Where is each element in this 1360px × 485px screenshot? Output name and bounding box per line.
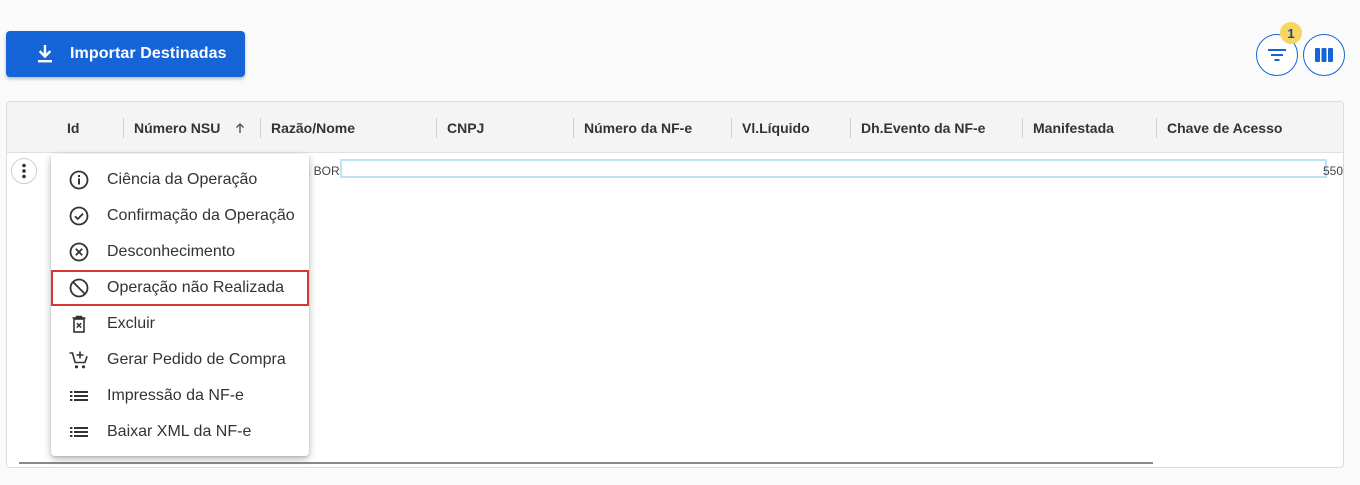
column-separator[interactable] bbox=[436, 118, 437, 138]
column-header-numero-nsu[interactable]: Número NSU bbox=[134, 102, 246, 153]
columns-icon bbox=[1314, 47, 1334, 63]
column-separator[interactable] bbox=[850, 118, 851, 138]
columns-button[interactable] bbox=[1303, 34, 1345, 76]
menu-item-excluir[interactable]: Excluir bbox=[51, 306, 309, 342]
menu-item-baixar-xml[interactable]: Baixar XML da NF-e bbox=[51, 414, 309, 450]
row-chave-cell: 550 bbox=[1323, 164, 1344, 178]
column-header-cnpj[interactable]: CNPJ bbox=[447, 102, 484, 153]
menu-item-ciencia[interactable]: Ciência da Operação bbox=[51, 162, 309, 198]
row-actions-button[interactable] bbox=[11, 158, 37, 184]
column-header-razao-nome[interactable]: Razão/Nome bbox=[271, 102, 355, 153]
menu-item-desconhecimento[interactable]: Desconhecimento bbox=[51, 234, 309, 270]
info-icon bbox=[68, 169, 90, 191]
cancel-circle-icon bbox=[68, 241, 90, 263]
horizontal-scrollbar[interactable] bbox=[19, 462, 1153, 464]
import-destinadas-button[interactable]: Importar Destinadas bbox=[6, 31, 245, 77]
column-header-id[interactable]: Id bbox=[67, 102, 79, 153]
trash-icon bbox=[68, 313, 90, 335]
import-destinadas-label: Importar Destinadas bbox=[70, 45, 227, 62]
check-circle-icon bbox=[68, 205, 90, 227]
column-header-manifestada[interactable]: Manifestada bbox=[1033, 102, 1114, 153]
column-header-vl-liquido[interactable]: Vl.Líquido bbox=[742, 102, 810, 153]
column-separator[interactable] bbox=[1156, 118, 1157, 138]
column-separator[interactable] bbox=[260, 118, 261, 138]
download-icon bbox=[36, 45, 54, 63]
column-header-chave-acesso[interactable]: Chave de Acesso bbox=[1167, 102, 1282, 153]
filter-count-badge: 1 bbox=[1280, 22, 1302, 44]
column-separator[interactable] bbox=[1022, 118, 1023, 138]
sort-ascending-icon[interactable] bbox=[234, 122, 246, 134]
menu-item-operacao-nao-realizada[interactable]: Operação não Realizada bbox=[51, 270, 309, 306]
column-header-dh-evento[interactable]: Dh.Evento da NF-e bbox=[861, 102, 985, 153]
row-razao-cell: . BOR bbox=[307, 164, 340, 178]
more-vertical-icon bbox=[22, 163, 26, 179]
column-separator[interactable] bbox=[123, 118, 124, 138]
column-header-numero-nfe[interactable]: Número da NF-e bbox=[584, 102, 692, 153]
row-context-menu: Ciência da Operação Confirmação da Opera… bbox=[51, 154, 309, 456]
list-icon bbox=[68, 421, 90, 443]
grid-header: Id Número NSU Razão/Nome CNPJ Número da … bbox=[7, 102, 1343, 153]
block-icon bbox=[68, 277, 90, 299]
cart-add-icon bbox=[68, 349, 90, 371]
menu-item-gerar-pedido[interactable]: Gerar Pedido de Compra bbox=[51, 342, 309, 378]
menu-item-confirmacao[interactable]: Confirmação da Operação bbox=[51, 198, 309, 234]
cell-selection-box[interactable] bbox=[340, 159, 1327, 178]
column-separator[interactable] bbox=[731, 118, 732, 138]
menu-item-impressao[interactable]: Impressão da NF-e bbox=[51, 378, 309, 414]
filter-icon bbox=[1267, 47, 1287, 63]
column-separator[interactable] bbox=[573, 118, 574, 138]
list-icon bbox=[68, 385, 90, 407]
